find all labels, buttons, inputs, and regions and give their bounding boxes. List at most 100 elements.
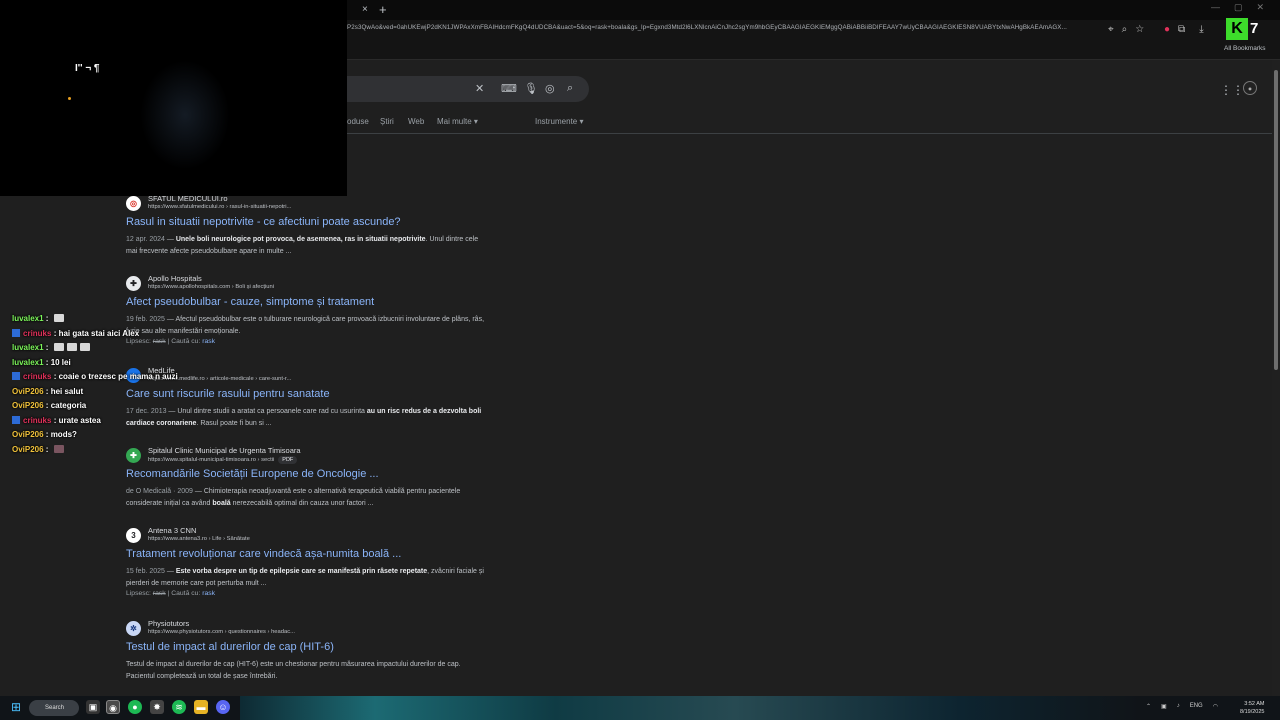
tab-news[interactable]: Știri (380, 117, 394, 126)
wifi-icon[interactable]: ◠ (1213, 703, 1218, 710)
chat-message: luvalex1 : (12, 314, 64, 328)
result-title-link[interactable]: Care sunt riscurile rasului pentru sanat… (126, 388, 330, 400)
tab-more[interactable]: Mai multe ▾ (437, 117, 478, 126)
chat-message: crinuks : coaie o trezesc pe mama n auzi (12, 372, 178, 386)
mod-badge-icon (12, 328, 20, 337)
tray-app-icon[interactable]: ▣ (1161, 703, 1167, 710)
search-result: ◎ SFATUL MEDICULUI.ro https://www.sfatul… (126, 194, 491, 256)
result-url[interactable]: https://www.antena3.ro › Life › Sănătate (148, 536, 250, 542)
search-icon[interactable]: ⌕ (567, 82, 573, 95)
result-url[interactable]: https://www.apollohospitals.com › Boli ș… (148, 284, 274, 290)
language-indicator[interactable]: ENG (1190, 703, 1203, 710)
kick-extension-icon[interactable]: K (1226, 18, 1248, 40)
scrollbar-thumb[interactable] (1274, 70, 1278, 370)
mod-badge-icon (12, 415, 20, 424)
tray-chevron-icon[interactable]: ⌃ (1146, 703, 1151, 710)
extension-icons: ● ⧉ ⤓ (1164, 24, 1204, 35)
chat-message: crinuks : hai gata stai aici Alex (12, 328, 139, 343)
chat-message: OviP206 : categoria (12, 401, 87, 410)
emote-icon (66, 343, 77, 351)
zoom-icon[interactable]: ⌕ (1122, 24, 1128, 35)
tab-web[interactable]: Web (408, 117, 424, 126)
result-snippet: 12 apr. 2024 — Unele boli neurologice po… (126, 236, 479, 255)
search-with-link[interactable]: rask (202, 338, 215, 345)
search-result: ✚ Spitalul Clinic Municipal de Urgenta T… (126, 446, 491, 510)
tab-products[interactable]: oduse (347, 117, 369, 126)
location-icon[interactable]: ⌖ (1108, 24, 1114, 35)
minimize-icon[interactable]: — (1211, 2, 1220, 13)
chat-message: crinuks : urate astea (12, 415, 101, 430)
all-bookmarks-link[interactable]: All Bookmarks (1224, 45, 1266, 52)
missing-terms: Lipsesc: rask | Caută cu: rask (126, 590, 216, 597)
result-snippet: 19 feb. 2025 — Afectul pseudobulbar este… (126, 316, 485, 335)
system-tray: ⌃ ▣ ♪ ENG ◠ (1146, 703, 1218, 710)
chat-message: OviP206 : hei salut (12, 386, 84, 396)
chat-message: OviP206 : (12, 444, 64, 459)
taskbar-wallpaper (240, 696, 1140, 720)
result-title-link[interactable]: Testul de impact al durerilor de cap (HI… (126, 641, 334, 653)
webcam-face (140, 60, 230, 170)
keyboard-icon[interactable]: ⌨ (501, 82, 517, 95)
extension-red-icon[interactable]: ● (1164, 24, 1170, 35)
result-site: Apollo Hospitals (148, 274, 202, 283)
window-controls: — ▢ ✕ (1211, 2, 1264, 13)
emote-icon (53, 314, 64, 322)
avatar[interactable]: ◉ (1243, 81, 1257, 95)
discord-icon[interactable]: ☺ (216, 700, 230, 714)
search-result: ✲ Physiotutors https://www.physiotutors.… (126, 619, 491, 683)
app-icon[interactable]: ✸ (150, 700, 164, 714)
site-favicon-icon: ◎ (126, 196, 141, 211)
result-title-link[interactable]: Recomandările Societății Europene de Onc… (126, 468, 379, 480)
site-favicon-icon: ✚ (126, 276, 141, 291)
file-explorer-icon[interactable]: ▬ (194, 700, 208, 714)
address-bar-icons: ⌖ ⌕ ☆ (1108, 24, 1144, 35)
tab-close-icon[interactable]: × (362, 4, 368, 15)
new-tab-icon[interactable]: + (379, 2, 387, 17)
task-view-icon[interactable]: ▣ (86, 700, 100, 714)
site-favicon-icon: 3 (126, 528, 141, 543)
tray-speaker-icon[interactable]: ♪ (1177, 703, 1180, 710)
address-bar[interactable]: P2s3QwAo&ved=0ahUKEwjP2dKN1JWPAxXmFBAIHd… (347, 24, 1107, 38)
site-favicon-icon: ✲ (126, 621, 141, 636)
maximize-icon[interactable]: ▢ (1234, 2, 1243, 13)
windows-start-icon[interactable]: ⊞ (9, 700, 23, 714)
result-url[interactable]: https://www.sfatulmedicului.ro › rasul-i… (148, 204, 291, 210)
result-title-link[interactable]: Rasul in situatii nepotrivite - ce afect… (126, 216, 401, 228)
site-favicon-icon: ✚ (126, 448, 141, 463)
tools-button[interactable]: Instrumente ▾ (535, 117, 583, 126)
result-site: Spitalul Clinic Municipal de Urgenta Tim… (148, 446, 301, 455)
chat-message: OviP206 : mods? (12, 430, 77, 439)
result-snippet: 15 feb. 2025 — Este vorba despre un tip … (126, 568, 484, 587)
search-result: + MedLife https://www.medlife.ro › artic… (126, 366, 491, 428)
close-window-icon[interactable]: ✕ (1256, 2, 1264, 13)
bookmark-star-icon[interactable]: ☆ (1135, 24, 1144, 35)
search-with-link[interactable]: rask (202, 590, 215, 597)
result-site: Antena 3 CNN (148, 526, 197, 535)
extensions-puzzle-icon[interactable]: ⧉ (1178, 24, 1185, 35)
taskbar-search[interactable]: Search (29, 700, 79, 716)
webcam-light (68, 97, 71, 100)
chrome-icon[interactable]: ◉ (106, 700, 120, 714)
spotify-icon[interactable]: ≋ (172, 700, 186, 714)
result-url[interactable]: https://www.spitalul-municipal-timisoara… (148, 456, 298, 464)
mod-badge-icon (12, 372, 20, 380)
missing-terms: Lipsesc: rask | Caută cu: rask (126, 338, 216, 345)
pdf-badge: PDF (278, 456, 298, 464)
result-title-link[interactable]: Tratament revoluționar care vindecă așa-… (126, 548, 401, 560)
emote-icon (53, 444, 64, 453)
extension-badge: 7 (1250, 20, 1259, 37)
clear-search-icon[interactable]: ✕ (475, 82, 484, 95)
result-site: Physiotutors (148, 619, 190, 628)
result-snippet: de O Medicală · 2009 — Chimioterapia neo… (126, 488, 461, 507)
result-title-link[interactable]: Afect pseudobulbar - cauze, simptome și … (126, 296, 374, 308)
microphone-icon[interactable]: 🎙︎ (524, 82, 538, 95)
webcam-text: I'' ¬ ¶ (75, 63, 100, 74)
webcam-overlay: I'' ¬ ¶ (0, 0, 347, 196)
lens-icon[interactable]: ◎ (545, 82, 555, 95)
download-icon[interactable]: ⤓ (1199, 24, 1203, 35)
green-app-icon[interactable]: ● (128, 700, 142, 714)
result-snippet: Testul de impact al durerilor de cap (HI… (126, 661, 461, 680)
emote-icon (53, 343, 64, 351)
result-url[interactable]: https://www.physiotutors.com › questionn… (148, 629, 295, 635)
taskbar-clock[interactable]: 3:52 AM 8/19/2025 (1240, 700, 1264, 716)
